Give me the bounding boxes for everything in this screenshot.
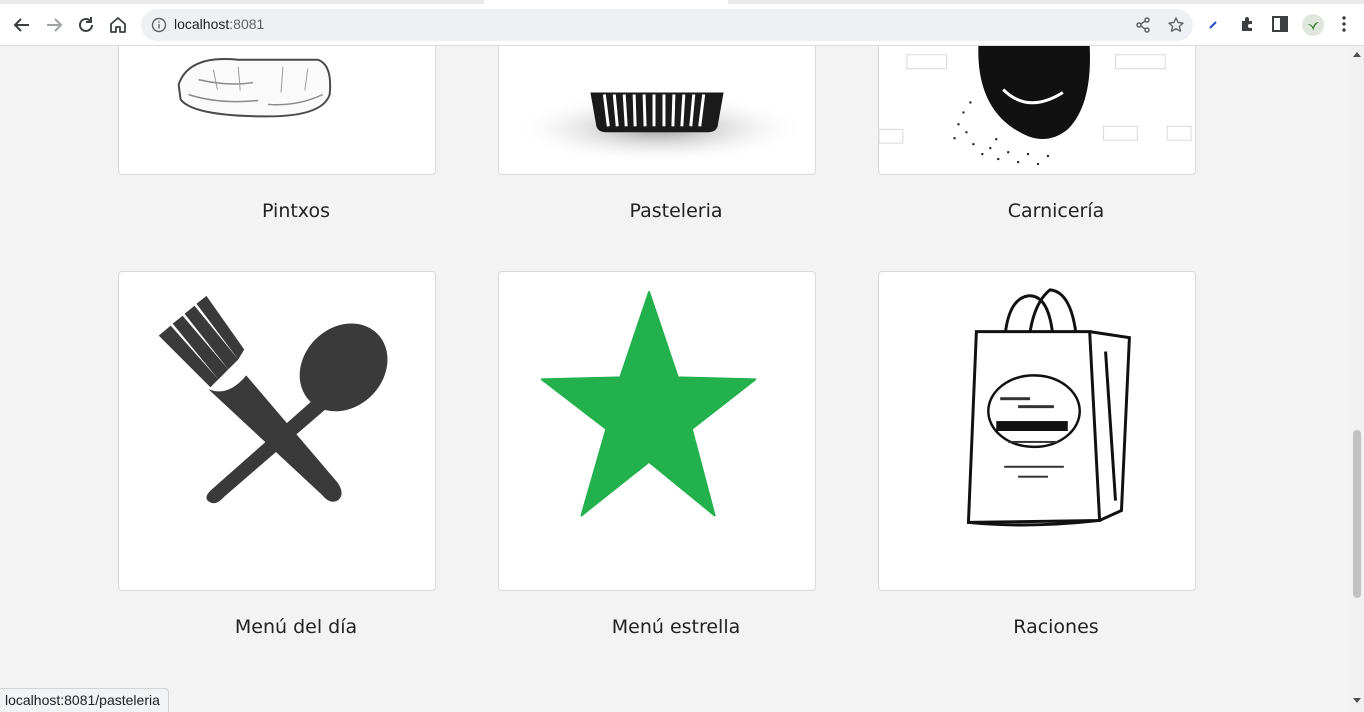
- plant-avatar-icon: [1307, 22, 1319, 31]
- butcher-image: [879, 46, 1192, 166]
- cupcake-image: [508, 92, 808, 165]
- browser-menu-icon[interactable]: [1334, 14, 1354, 34]
- profile-avatar[interactable]: [1302, 14, 1324, 36]
- category-card-pintxos[interactable]: [118, 46, 436, 175]
- pen-extension-icon[interactable]: [1204, 14, 1224, 34]
- category-title[interactable]: Menú del día: [137, 616, 455, 638]
- category-title[interactable]: Menú estrella: [517, 616, 835, 638]
- extensions-puzzle-icon[interactable]: [1238, 14, 1258, 34]
- category-title[interactable]: Pasteleria: [517, 200, 835, 222]
- browser-toolbar: localhost:8081: [0, 0, 1364, 46]
- share-icon[interactable]: [1134, 16, 1152, 34]
- forward-button[interactable]: [40, 11, 68, 39]
- category-title[interactable]: Carnicería: [897, 200, 1215, 222]
- scroll-up-arrow-icon[interactable]: [1353, 52, 1361, 57]
- back-arrow-icon: [13, 18, 29, 32]
- scroll-down-arrow-icon[interactable]: [1353, 698, 1361, 703]
- reload-button[interactable]: [72, 11, 100, 39]
- shopping-bag-image: [966, 288, 1131, 527]
- category-title[interactable]: Raciones: [897, 616, 1215, 638]
- side-panel-icon[interactable]: [1270, 14, 1290, 34]
- url-text: localhost:8081: [174, 16, 264, 32]
- page-scrollbar[interactable]: [1350, 46, 1364, 711]
- category-card-menu-del-dia[interactable]: [118, 271, 436, 591]
- forward-arrow-icon: [47, 18, 63, 32]
- tab-strip-edge: [0, 0, 1364, 4]
- link-status-bar: localhost:8081/pasteleria: [0, 688, 169, 712]
- home-button[interactable]: [104, 11, 132, 39]
- category-card-raciones[interactable]: [878, 271, 1196, 591]
- address-bar[interactable]: localhost:8081: [141, 9, 1193, 41]
- category-card-carniceria[interactable]: [878, 46, 1196, 175]
- url-port: :8081: [229, 16, 265, 32]
- green-star-image: [540, 290, 757, 517]
- category-card-menu-estrella[interactable]: [498, 271, 816, 591]
- home-icon: [110, 17, 126, 33]
- pintxos-image: [177, 58, 332, 118]
- page-viewport: Pintxos Pasteleria Carnicería Menú del d…: [0, 46, 1350, 711]
- fork-spoon-image: [158, 295, 388, 504]
- site-info-icon[interactable]: [151, 17, 167, 33]
- reload-icon: [79, 17, 93, 32]
- category-title[interactable]: Pintxos: [137, 200, 455, 222]
- category-card-pasteleria[interactable]: [498, 46, 816, 175]
- back-button[interactable]: [8, 11, 36, 39]
- scrollbar-thumb[interactable]: [1353, 430, 1361, 598]
- bookmark-star-icon[interactable]: [1167, 16, 1185, 34]
- url-host: localhost: [174, 16, 230, 32]
